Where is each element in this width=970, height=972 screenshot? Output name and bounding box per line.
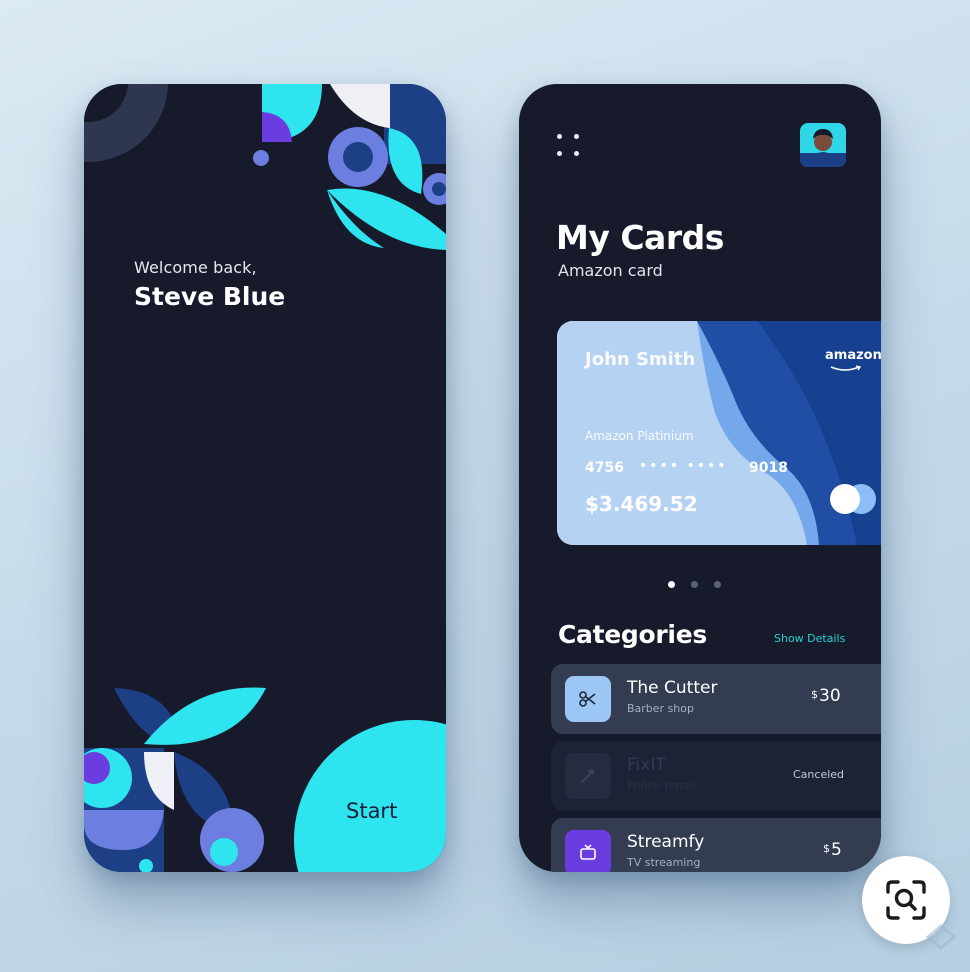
category-row-fixit[interactable]: FixIT Phone repair Canceled: [551, 741, 881, 811]
pager-dot[interactable]: [691, 581, 698, 588]
pager-dot-active[interactable]: [668, 581, 675, 588]
category-name: FixIT: [627, 755, 666, 775]
card-type: Amazon Platinium: [585, 429, 694, 443]
watermark-icon: [925, 924, 957, 950]
card-holder-name: John Smith: [585, 349, 696, 370]
show-details-link[interactable]: Show Details: [774, 632, 845, 645]
card-number-mask: •••• ••••: [639, 458, 728, 474]
pager-dot[interactable]: [714, 581, 721, 588]
page-subtitle: Amazon card: [558, 261, 663, 280]
welcome-screen: Welcome back, Steve Blue Start: [84, 84, 446, 872]
category-amount: $30: [811, 686, 841, 706]
start-button[interactable]: Start: [346, 799, 397, 823]
menu-grid-icon[interactable]: [555, 132, 581, 158]
category-row-streamfy[interactable]: Streamfy TV streaming $5: [551, 818, 881, 872]
category-subtitle: Phone repair: [627, 779, 697, 792]
category-name: The Cutter: [627, 678, 718, 698]
card-pager[interactable]: [668, 581, 728, 591]
welcome-text: Welcome back,: [134, 258, 257, 277]
page-title: My Cards: [556, 218, 724, 257]
hammer-icon: [565, 753, 611, 799]
card-number-end: 9018: [749, 460, 788, 476]
category-name: Streamfy: [627, 832, 705, 852]
category-amount: $5: [823, 840, 842, 860]
credit-card[interactable]: John Smith amazon Amazon Platinium 4756 …: [557, 321, 881, 545]
categories-title: Categories: [558, 620, 707, 649]
card-balance: $3.469.52: [585, 492, 698, 516]
card-number-start: 4756: [585, 460, 624, 476]
amazon-smile-icon: [830, 365, 862, 371]
card-brand-logo: amazon: [825, 348, 881, 363]
category-row-the-cutter[interactable]: The Cutter Barber shop $30: [551, 664, 881, 734]
user-name: Steve Blue: [134, 282, 286, 311]
scissors-icon: [565, 676, 611, 722]
category-subtitle: Barber shop: [627, 702, 694, 715]
card-network-icon: [830, 484, 876, 514]
tv-icon: [565, 830, 611, 872]
category-subtitle: TV streaming: [627, 856, 701, 869]
visual-search-icon: [886, 880, 926, 920]
category-status: Canceled: [793, 768, 845, 781]
cards-screen: My Cards Amazon card John Smith amazon A…: [519, 84, 881, 872]
avatar[interactable]: [800, 123, 846, 167]
